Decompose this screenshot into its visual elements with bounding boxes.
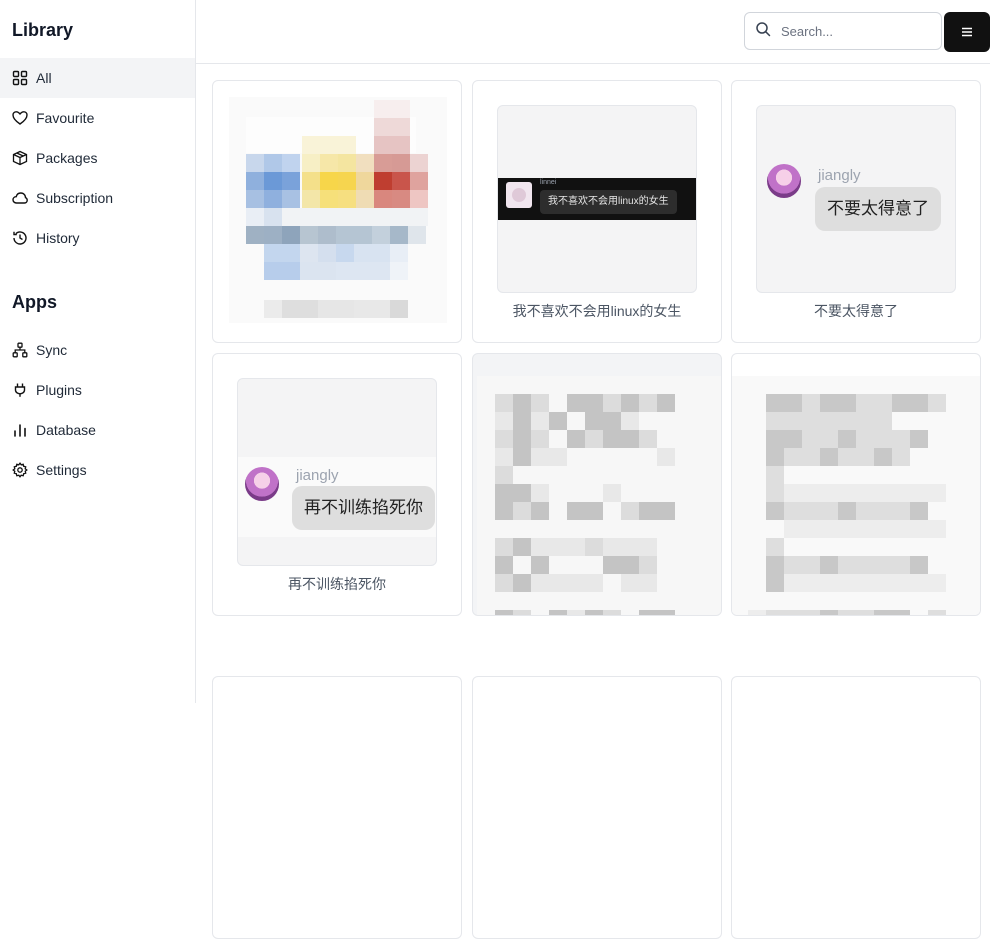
sidebar-item-label: Settings xyxy=(36,462,87,478)
sticker-thumbnail: jiangly 不要太得意了 xyxy=(756,105,956,293)
chat-sender: linnei xyxy=(540,179,557,186)
library-nav: All Favourite Packages Subscription Hist… xyxy=(0,58,195,258)
avatar xyxy=(767,164,801,198)
sidebar-item-label: Packages xyxy=(36,150,98,166)
chat-strip: linnei 我不喜欢不会用linux的女生 xyxy=(498,178,696,220)
package-icon xyxy=(12,150,28,166)
gear-icon xyxy=(12,462,28,478)
sidebar-item-settings[interactable]: Settings xyxy=(0,450,195,490)
sidebar-item-label: History xyxy=(36,230,80,246)
sidebar-item-history[interactable]: History xyxy=(0,218,195,258)
sticker-image xyxy=(229,97,447,323)
sidebar-item-label: All xyxy=(36,70,52,86)
sticker-card[interactable]: linnei 我不喜欢不会用linux的女生 我不喜欢不会用linux的女生 xyxy=(472,80,722,343)
bar-chart-icon xyxy=(12,422,28,438)
sticker-caption: 我不喜欢不会用linux的女生 xyxy=(512,303,682,319)
sidebar-item-favourite[interactable]: Favourite xyxy=(0,98,195,138)
sidebar: Library All Favourite Packages Subscript… xyxy=(0,0,196,703)
sticker-image xyxy=(732,376,980,615)
sticker-card[interactable]: jiangly 不要太得意了 不要太得意了 xyxy=(731,80,981,343)
chat-message: 再不训练掐死你 xyxy=(292,486,435,530)
apps-section-title: Apps xyxy=(12,292,57,312)
sticker-card[interactable] xyxy=(212,80,462,343)
library-section-title: Library xyxy=(12,20,74,40)
chat-message: 不要太得意了 xyxy=(815,187,941,231)
cloud-icon xyxy=(12,190,28,206)
apps-nav: Sync Plugins Database Settings xyxy=(0,330,195,490)
sidebar-item-all[interactable]: All xyxy=(0,58,195,98)
avatar xyxy=(245,467,279,501)
sticker-card[interactable]: jiangly 再不训练掐死你 再不训练掐死你 xyxy=(212,353,462,616)
sticker-thumbnail: linnei 我不喜欢不会用linux的女生 xyxy=(497,105,697,293)
sidebar-item-subscription[interactable]: Subscription xyxy=(0,178,195,218)
sidebar-item-label: Subscription xyxy=(36,190,114,206)
history-icon xyxy=(12,230,28,246)
sidebar-item-label: Database xyxy=(36,422,96,438)
sticker-card[interactable] xyxy=(472,676,722,939)
sticker-image xyxy=(477,376,721,615)
chat-sender: jiangly xyxy=(296,467,339,484)
network-icon xyxy=(12,342,28,358)
sticker-thumbnail: jiangly 再不训练掐死你 xyxy=(237,378,437,566)
sidebar-item-database[interactable]: Database xyxy=(0,410,195,450)
sticker-card[interactable] xyxy=(472,353,722,616)
sidebar-item-label: Favourite xyxy=(36,110,95,126)
search-box[interactable] xyxy=(744,12,942,50)
chat-message: 我不喜欢不会用linux的女生 xyxy=(540,190,677,214)
sticker-caption: 不要太得意了 xyxy=(814,303,898,319)
sticker-card[interactable] xyxy=(731,353,981,616)
hamburger-icon xyxy=(961,24,973,40)
search-input[interactable] xyxy=(779,22,923,40)
heart-icon xyxy=(12,110,28,126)
sidebar-item-label: Plugins xyxy=(36,382,82,398)
search-icon xyxy=(755,21,779,42)
sticker-card[interactable] xyxy=(731,676,981,939)
sidebar-item-label: Sync xyxy=(36,342,68,358)
topbar xyxy=(196,0,990,64)
grid-icon xyxy=(12,70,28,86)
plug-icon xyxy=(12,382,28,398)
sticker-card[interactable] xyxy=(212,676,462,939)
sticker-caption: 再不训练掐死你 xyxy=(288,576,386,592)
chat-sender: jiangly xyxy=(818,167,861,184)
menu-button[interactable] xyxy=(944,12,990,52)
sidebar-item-packages[interactable]: Packages xyxy=(0,138,195,178)
sidebar-item-plugins[interactable]: Plugins xyxy=(0,370,195,410)
sidebar-item-sync[interactable]: Sync xyxy=(0,330,195,370)
avatar xyxy=(506,182,532,208)
